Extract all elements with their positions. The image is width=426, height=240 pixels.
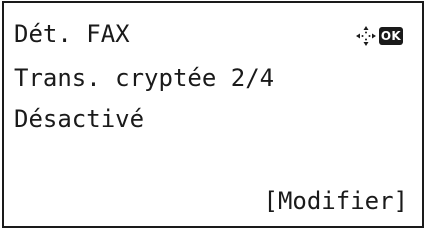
modify-softkey-button[interactable]: [Modifier]	[264, 186, 409, 216]
four-way-navigation-arrows-icon	[355, 26, 376, 46]
nav-ok-indicator: OK	[355, 25, 403, 47]
setting-value: Désactivé	[14, 105, 145, 133]
screen-title: Dét. FAX	[14, 20, 130, 48]
setting-label: Trans. cryptée 2/4	[14, 64, 275, 92]
ok-key-icon: OK	[378, 27, 403, 45]
lcd-screen: Dét. FAX OK Trans. cryptée 2/4 Désactivé…	[2, 1, 424, 228]
